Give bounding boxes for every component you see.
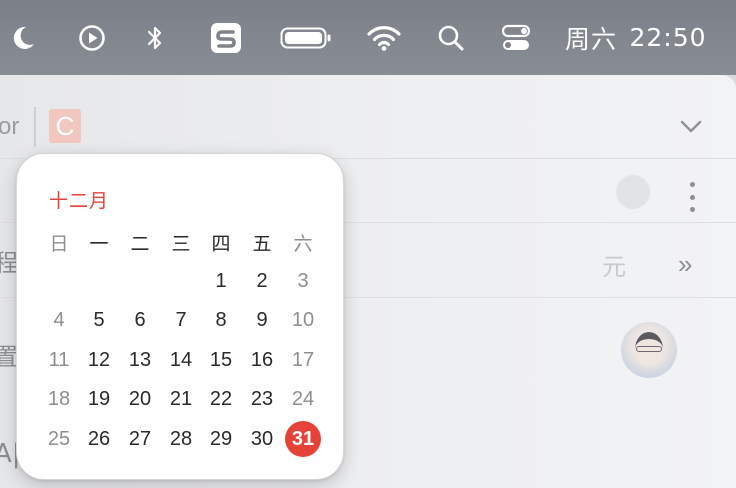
calendar-day[interactable]: 12 [79,344,119,376]
calendar-day[interactable]: 10 [283,305,323,337]
calendar-day[interactable]: 20 [120,384,160,416]
double-chevron-right-icon[interactable]: » [678,249,692,280]
weekday-header-sun: 日 [49,232,69,255]
calendar-day[interactable]: 8 [201,305,241,337]
sogou-input-icon[interactable] [208,0,244,75]
menubar-clock[interactable]: 22:50 [629,0,706,75]
calendar-day[interactable]: 29 [201,423,241,455]
calendar-day[interactable]: 13 [120,344,160,376]
play-circle-icon[interactable] [76,0,108,75]
calendar-day[interactable]: 23 [242,384,282,416]
calendar-day[interactable]: 27 [120,423,160,455]
calendar-day[interactable]: 15 [201,344,241,376]
calendar-day[interactable]: 30 [242,423,282,455]
calendar-day[interactable]: 28 [161,423,201,455]
calendar-day[interactable]: 21 [161,384,201,416]
calendar-day[interactable]: 11 [39,344,79,376]
calendar-day[interactable]: 17 [283,344,323,376]
calendar-day[interactable]: 19 [79,384,119,416]
weekday-header-fri: 五 [252,232,272,255]
ghost-unit-label: 元 [602,253,626,281]
calendar-day[interactable]: 24 [283,384,323,416]
menubar-weekday[interactable]: 周六 [562,0,620,75]
header-divider [34,107,36,147]
calendar-day[interactable]: 5 [79,305,119,337]
calendar-day[interactable]: 18 [39,384,79,416]
calendar-day[interactable]: 4 [39,305,79,337]
calendar-day[interactable]: 22 [201,384,241,416]
header-partial-text: or [0,113,20,140]
calendar-day[interactable]: 9 [242,305,282,337]
calendar-day[interactable]: 25 [39,423,79,455]
battery-icon[interactable] [280,0,332,75]
calendar-day[interactable]: 26 [79,423,119,455]
calendar-day-today[interactable]: 31 [285,421,321,457]
moon-icon[interactable] [6,0,40,75]
calendar-day[interactable]: 14 [161,344,201,376]
calendar-popover: 十二月 日一二三四五六 1 2 3 4 5 6 7 8 9 10 11 12 13 14 15 16 17 18 19… [16,153,344,480]
calendar-day[interactable]: 7 [161,305,201,337]
bluetooth-icon[interactable] [142,0,168,75]
app-header: or C [0,75,736,159]
avatar[interactable] [621,322,677,378]
chevron-down-icon[interactable] [678,113,704,139]
calendar-day[interactable]: 1 [201,265,241,297]
calendar-day[interactable]: 2 [242,265,282,297]
search-icon[interactable] [436,0,466,75]
weekday-header-thu: 四 [211,232,231,255]
calendar-day[interactable]: 3 [283,265,323,297]
faded-user-icon [616,175,650,209]
control-center-icon[interactable] [500,0,532,75]
weekday-header-tue: 二 [130,232,150,255]
weekday-header-sat: 六 [293,232,313,255]
menu-bar: 周六 22:50 [0,0,736,75]
weekday-header-wed: 三 [171,232,191,255]
weekday-header-mon: 一 [89,232,109,255]
calendar-day[interactable]: 6 [120,305,160,337]
calendar-month-title: 十二月 [49,190,110,212]
app-badge[interactable]: C [49,109,81,143]
wifi-icon[interactable] [366,0,402,75]
more-options-icon[interactable] [684,182,700,212]
calendar-day[interactable]: 16 [242,344,282,376]
